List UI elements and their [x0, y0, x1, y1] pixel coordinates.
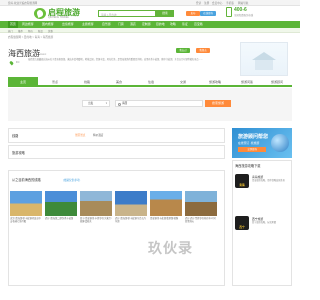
- route-caption-5[interactable]: 青海湖/茶卡盐湖/翡翠湖/敦煌: [150, 218, 183, 221]
- subnav-special[interactable]: 特价: [28, 29, 33, 33]
- welcome-text: 您好,欢迎光临启程旅游网: [8, 2, 38, 5]
- globe-icon: [271, 134, 289, 152]
- route-photo-5[interactable]: [150, 191, 182, 216]
- page-title: 海西旅游: [8, 49, 40, 58]
- subnav-recommend[interactable]: 推荐: [18, 29, 23, 33]
- nav-item-toolbox[interactable]: 百宝箱: [194, 21, 203, 28]
- location-code: FC: [16, 61, 20, 64]
- recommend-subtitle: (线路仅供参考): [63, 179, 81, 182]
- hotline-label: 全国免费服务热线: [234, 14, 254, 17]
- member-link[interactable]: 会员中心: [212, 1, 222, 5]
- qinghai-app-icon[interactable]: 青海: [235, 174, 249, 188]
- advisor-banner[interactable]: 旅游顾问帮您 在线预订 ·找旅游 立即咨询: [232, 128, 292, 158]
- route-photo-1[interactable]: [10, 191, 42, 216]
- route-search-value: 海西: [122, 102, 128, 105]
- register-link[interactable]: 注册: [204, 1, 209, 5]
- banner-cta-button[interactable]: 立即咨询: [238, 147, 266, 152]
- sitemap-link[interactable]: 网站导航: [238, 1, 248, 5]
- qinghai-icon-label: 青海: [239, 184, 245, 187]
- route-photo-6[interactable]: [185, 191, 217, 216]
- page-title-english: Haixi: [40, 52, 47, 56]
- route-caption-4[interactable]: [西宁]青海湖/茶卡盐湖/东台吉乃尔湖: [115, 218, 148, 224]
- xining-app-icon[interactable]: 西宁: [235, 216, 249, 230]
- route-photo-4[interactable]: [115, 191, 147, 216]
- tab-sights[interactable]: 景点: [40, 77, 70, 87]
- banner-subtitle: 在线预订 ·找旅游: [238, 141, 260, 145]
- house-illustration: [252, 52, 276, 70]
- nav-item-theme[interactable]: 主题旅游: [82, 21, 94, 28]
- route-caption-2[interactable]: [西宁]青海湖二郎剑/茶卡盐湖: [45, 218, 78, 221]
- nav-item-home[interactable]: 首页: [8, 21, 18, 28]
- xining-app-name[interactable]: 西宁旅游: [252, 217, 263, 221]
- breadcrumb[interactable]: 启程旅游网 > 目的地 > 青海 > 海西旅游: [8, 35, 53, 39]
- login-link[interactable]: 登录: [196, 1, 201, 5]
- phone-icon: [226, 7, 232, 17]
- search-icon: [117, 102, 121, 106]
- destination-intro: 海西蒙古族藏族自治州位于青海省西部，柴达木盆地腹地，地域辽阔，资源丰富，风光壮美…: [28, 59, 203, 61]
- route-photo-2[interactable]: [45, 191, 77, 216]
- banner-title: 旅游顾问帮您: [238, 134, 269, 140]
- logo-icon[interactable]: [34, 8, 46, 19]
- nav-item-domestic[interactable]: 国内旅游: [42, 21, 54, 28]
- been-there-button[interactable]: 我去过: [176, 48, 190, 53]
- tab-home[interactable]: 主页: [8, 77, 38, 87]
- logo-subtitle: QICHENG TRAVEL: [48, 16, 69, 19]
- sub-nav: 热门 推荐 特价 新品 优惠: [0, 28, 300, 33]
- consult-button[interactable]: 在线咨询: [200, 11, 216, 16]
- header-search-button[interactable]: 搜索: [156, 10, 174, 17]
- recommend-panel: 从之目前海西的线路 (线路仅供参考): [8, 170, 225, 286]
- guide-title: 旅游攻略: [12, 151, 25, 155]
- tab-qa[interactable]: 旅游问答: [232, 77, 262, 87]
- route-search-input[interactable]: 海西: [115, 100, 203, 107]
- tab-transport[interactable]: 交通: [168, 77, 198, 87]
- nav-item-visa[interactable]: 签证: [182, 21, 188, 28]
- watermark: 玖伙录: [148, 240, 193, 256]
- nav-item-destination[interactable]: 目的地: [156, 21, 165, 28]
- route-search-button[interactable]: 搜索旅游: [205, 100, 231, 107]
- lines-title: 线路: [12, 134, 19, 138]
- nav-item-tickets[interactable]: 门票: [118, 21, 124, 28]
- lines-link-sights[interactable]: 景区景点: [75, 133, 85, 137]
- nav-item-guide[interactable]: 攻略: [170, 21, 176, 28]
- main-nav: 首页 周边旅游 国内旅游 出境旅游 主题旅游 自驾游 门票 酒店 定制游 目的地…: [0, 21, 300, 28]
- xining-icon-label: 西宁: [239, 226, 245, 229]
- tab-routes[interactable]: 线路: [72, 77, 102, 87]
- guide-download-title: 海西旅游攻略下载: [235, 164, 261, 168]
- route-caption-1[interactable]: [北京]青海湖/茶卡盐湖/祁连卓尔山/张掖七彩丹霞: [10, 218, 43, 224]
- route-photo-3[interactable]: [80, 191, 112, 216]
- destination-tabs: 主页 景点 线路 美食 住宿 交通 旅游攻略 旅游问答 旅游顾问: [8, 77, 292, 87]
- subnav-new[interactable]: 新品: [38, 29, 43, 33]
- route-caption-6[interactable]: [西宁]西宁至德令哈/格尔木/可可西里纯玩: [185, 218, 218, 224]
- qinghai-app-name[interactable]: 青海旅游: [252, 175, 263, 179]
- want-to-go-button[interactable]: 我想去: [196, 48, 210, 53]
- publish-button[interactable]: 发布: [186, 11, 200, 16]
- mobile-link[interactable]: 手机版: [226, 1, 234, 5]
- nav-item-outbound[interactable]: 出境旅游: [62, 21, 74, 28]
- lines-panel: 线路 景区景点 特价酒店: [8, 128, 225, 143]
- top-strip: 您好,欢迎光临启程旅游网 登录 注册 会员中心 手机版 网站导航: [0, 0, 300, 6]
- header-search-input[interactable]: 请输入目的地: [98, 10, 156, 17]
- tab-advisor[interactable]: 旅游顾问: [262, 77, 292, 87]
- recommend-title: 从之目前海西的线路: [12, 178, 41, 182]
- qinghai-app-desc: 青海旅游攻略，带你领略高原美景: [252, 180, 285, 182]
- xining-app-desc: 西宁旅游攻略，玩转夏都: [252, 222, 277, 224]
- tab-stay[interactable]: 住宿: [136, 77, 166, 87]
- tab-food[interactable]: 美食: [104, 77, 134, 87]
- route-caption-3[interactable]: 西宁/青海湖/茶卡/德令哈/大柴旦/敦煌/嘉峪关: [80, 218, 113, 224]
- nav-item-hotel[interactable]: 酒店: [130, 21, 136, 28]
- nav-item-selfdrive[interactable]: 自驾游: [102, 21, 111, 28]
- header-search-placeholder: 请输入目的地: [101, 13, 117, 17]
- nav-item-nearby[interactable]: 周边旅游: [22, 21, 34, 28]
- tab-guides[interactable]: 旅游攻略: [200, 77, 230, 87]
- subnav-hot[interactable]: 热门: [8, 29, 13, 33]
- guide-panel: 旅游攻略: [8, 145, 225, 159]
- nav-item-custom[interactable]: 定制游: [142, 21, 151, 28]
- subnav-discount[interactable]: 优惠: [48, 29, 53, 33]
- departure-select[interactable]: 出发: [82, 100, 110, 107]
- location-pin-icon: [9, 60, 14, 66]
- lines-link-hotel[interactable]: 特价酒店: [93, 133, 103, 137]
